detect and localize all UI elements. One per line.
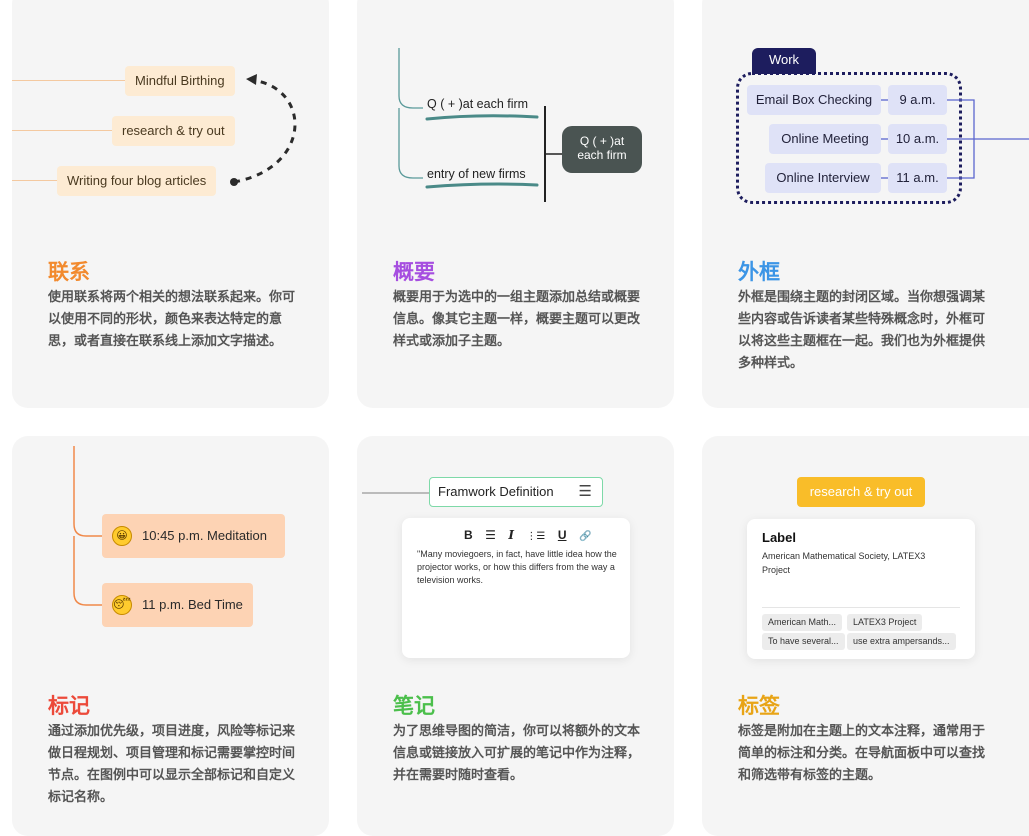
relationship-illustration: Mindful Birthing research & try out Writ…	[12, 0, 329, 228]
marker-topic-bedtime[interactable]: 😴 11 p.m. Bed Time	[102, 583, 253, 627]
summary-illustration: Q ( + )at each firm entry of new firms Q…	[357, 0, 674, 228]
boundary-time-2[interactable]: 10 a.m.	[888, 124, 947, 154]
note-topic[interactable]: Framwork Definition ☰	[429, 477, 603, 507]
note-topic-label: Framwork Definition	[438, 484, 554, 499]
relationship-title: 联系	[48, 260, 90, 284]
label-tag[interactable]: LATEX3 Project	[847, 614, 923, 631]
label-divider	[762, 607, 960, 608]
relationship-curve[interactable]	[12, 0, 329, 228]
label-tag[interactable]: American Math...	[762, 614, 843, 631]
grin-emoji-icon: 😀	[112, 526, 132, 546]
boundary-task-2[interactable]: Online Meeting	[769, 124, 881, 154]
note-illustration: Framwork Definition ☰ B ☰ I ⋮☰ U 🔗 "Many…	[357, 436, 674, 676]
boundary-task-1[interactable]: Email Box Checking	[747, 85, 881, 115]
bullet-list-icon[interactable]: ☰	[485, 528, 496, 542]
boundary-illustration: Work Email Box Checking 9 a.m. Online Me…	[702, 0, 1029, 228]
label-panel-subtitle: American Mathematical Society, LATEX3 Pr…	[762, 551, 926, 575]
label-panel-title: Label	[762, 530, 796, 545]
boundary-title: 外框	[738, 260, 780, 284]
note-title: 笔记	[393, 694, 435, 718]
note-text[interactable]: "Many moviegoers, in fact, have little i…	[417, 548, 617, 587]
boundary-time-3[interactable]: 11 a.m.	[888, 163, 947, 193]
marker-topic-label: 11 p.m. Bed Time	[142, 597, 243, 612]
summary-topic-box[interactable]: Q ( + )at each firm	[562, 126, 642, 173]
summary-branches	[398, 48, 563, 202]
marker-card: 😀 10:45 p.m. Meditation 😴 11 p.m. Bed Ti…	[12, 436, 329, 836]
boundary-description: 外框是围绕主题的封闭区域。当你想强调某些内容或告诉读者某些特殊概念时，外框可以将…	[738, 290, 986, 371]
note-icon[interactable]: ☰	[579, 478, 592, 505]
summary-topic-label: Q ( + )at each firm	[577, 134, 627, 162]
underline-icon[interactable]: U	[558, 528, 567, 542]
note-panel[interactable]: B ☰ I ⋮☰ U 🔗 "Many moviegoers, in fact, …	[402, 518, 630, 658]
boundary-time-1[interactable]: 9 a.m.	[888, 85, 947, 115]
note-description: 为了思维导图的简洁，你可以将额外的文本信息或链接放入可扩展的笔记中作为注释，并在…	[393, 724, 641, 783]
marker-description: 通过添加优先级，项目进度，风险等标记来做日程规划、项目管理和标记需要掌控时间节点…	[48, 724, 296, 805]
label-card: research & try out Label American Mathem…	[702, 436, 1029, 836]
marker-illustration: 😀 10:45 p.m. Meditation 😴 11 p.m. Bed Ti…	[12, 436, 329, 676]
italic-icon[interactable]: I	[508, 528, 514, 542]
label-illustration: research & try out Label American Mathem…	[702, 436, 1029, 676]
label-description: 标签是附加在主题上的文本注释，通常用于简单的标注和分类。在导航面板中可以查找和筛…	[738, 724, 986, 783]
label-panel[interactable]: Label American Mathematical Society, LAT…	[747, 519, 975, 659]
summary-topic-1[interactable]: Q ( + )at each firm	[427, 97, 528, 111]
label-tag[interactable]: To have several...	[762, 633, 845, 650]
sleepy-emoji-icon: 😴	[112, 595, 132, 615]
marker-topic-meditation[interactable]: 😀 10:45 p.m. Meditation	[102, 514, 285, 558]
summary-card: Q ( + )at each firm entry of new firms Q…	[357, 0, 674, 408]
bold-icon[interactable]: B	[464, 528, 473, 542]
boundary-task-3[interactable]: Online Interview	[765, 163, 881, 193]
relationship-description: 使用联系将两个相关的想法联系起来。你可以使用不同的形状，颜色来表达特定的意思，或…	[48, 290, 296, 349]
relationship-card: Mindful Birthing research & try out Writ…	[12, 0, 329, 408]
label-title: 标签	[738, 694, 780, 718]
note-card: Framwork Definition ☰ B ☰ I ⋮☰ U 🔗 "Many…	[357, 436, 674, 836]
marker-topic-label: 10:45 p.m. Meditation	[142, 528, 268, 543]
numbered-list-icon[interactable]: ⋮☰	[526, 531, 545, 542]
note-connector-line	[362, 492, 429, 494]
summary-description: 概要用于为选中的一组主题添加总结或概要信息。像其它主题一样，概要主题可以更改样式…	[393, 290, 641, 349]
summary-title: 概要	[393, 260, 435, 284]
note-toolbar: B ☰ I ⋮☰ U 🔗	[464, 526, 599, 544]
link-icon[interactable]: 🔗	[579, 531, 591, 542]
label-topic[interactable]: research & try out	[797, 477, 925, 507]
summary-topic-2[interactable]: entry of new firms	[427, 167, 526, 181]
label-tag[interactable]: use extra ampersands...	[847, 633, 956, 650]
boundary-card: Work Email Box Checking 9 a.m. Online Me…	[702, 0, 1029, 408]
label-topic-text: research & try out	[809, 484, 913, 499]
marker-title: 标记	[48, 694, 90, 718]
